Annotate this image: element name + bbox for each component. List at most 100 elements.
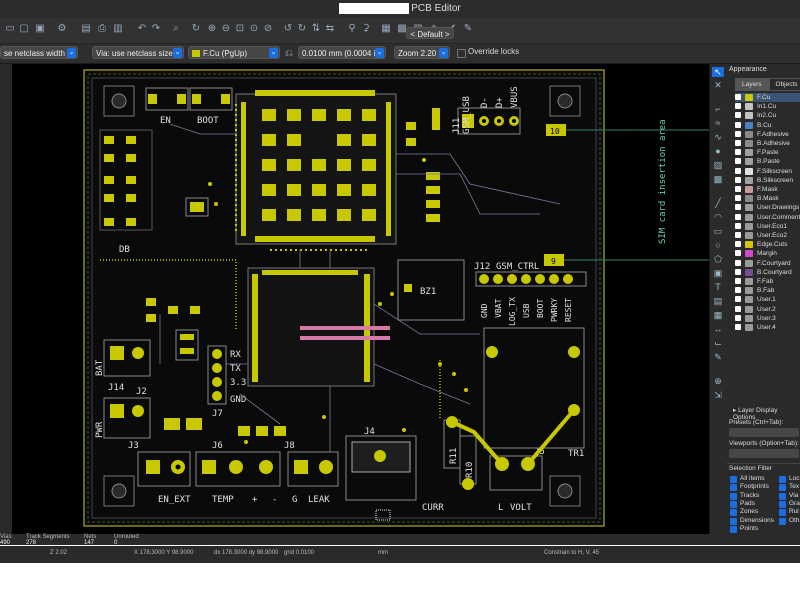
visibility-checkbox[interactable] [735,94,741,100]
layer-color-swatch[interactable] [745,259,753,267]
visibility-checkbox[interactable] [735,222,741,229]
mcu-module[interactable] [235,90,397,251]
tab-objects[interactable]: Objects [768,78,800,91]
override-locks-checkbox[interactable] [457,49,466,58]
page-settings-icon[interactable]: ▤ [80,22,92,35]
preset-select[interactable]: < Default > [406,27,454,39]
select-tool-icon[interactable]: ↖ [712,67,724,77]
refresh-icon[interactable]: ↻ [190,22,202,35]
layer-row[interactable]: In2.Cu [735,111,800,120]
lock-icon[interactable]: ⚲ [346,22,358,35]
filter-checkbox[interactable] [779,476,786,483]
add-via-icon[interactable]: ● [712,146,724,156]
draw-polygon-icon[interactable]: ⬠ [712,254,724,264]
new-board-icon[interactable]: ▭ [4,22,16,35]
zoom-fit-icon[interactable]: ⊡ [234,22,246,35]
visibility-checkbox[interactable] [735,213,741,220]
visibility-checkbox[interactable] [735,268,741,275]
redo-icon[interactable]: ↷ [150,22,162,35]
pcb-board-view[interactable]: EN BOOT DB J11 GSM_USB D- D+ VBUS 10 SIM… [0,64,709,534]
visibility-checkbox[interactable] [735,103,741,110]
layer-color-swatch[interactable] [745,250,753,258]
layer-row[interactable]: B.Cu [735,121,800,130]
layer-row[interactable]: F.Mask [735,185,800,194]
scripting-icon[interactable]: ✎ [462,22,474,35]
tune-length-icon[interactable]: ∿ [712,132,724,142]
layer-row[interactable]: User.1 [735,295,800,304]
layer-row[interactable]: User.3 [735,314,800,323]
layer-row[interactable]: User.Eco1 [735,222,800,231]
layer-row[interactable]: F.Fab [735,277,800,286]
flip-icon[interactable]: ⇅ [310,22,322,35]
search-icon[interactable]: ⌕ [170,22,182,35]
layer-select[interactable]: F.Cu (PgUp) ⌄ [188,46,280,59]
zoom-out-icon[interactable]: ⊖ [220,22,232,35]
layer-row[interactable]: User.4 [735,323,800,332]
rule-area-icon[interactable]: ▩ [712,174,724,184]
layer-color-swatch[interactable] [745,241,753,249]
visibility-checkbox[interactable] [735,241,741,248]
add-zone-icon[interactable]: ▨ [712,160,724,170]
layer-color-swatch[interactable] [745,130,753,138]
pcb-canvas[interactable]: EN BOOT DB J11 GSM_USB D- D+ VBUS 10 SIM… [0,64,709,534]
visibility-checkbox[interactable] [735,259,741,266]
layer-color-swatch[interactable] [745,176,753,184]
local-ratsnest-icon[interactable]: ✕ [712,80,724,90]
visibility-checkbox[interactable] [735,186,741,192]
visibility-checkbox[interactable] [735,176,741,183]
layer-color-swatch[interactable] [745,158,753,166]
layer-row[interactable]: B.Paste [735,157,800,166]
visibility-checkbox[interactable] [735,278,741,284]
layer-row[interactable]: User.Eco2 [735,231,800,240]
add-text-icon[interactable]: T [712,282,724,292]
print-icon[interactable]: ⎙ [96,22,108,35]
zoom-in-icon[interactable]: ⊕ [206,22,218,35]
layer-row[interactable]: B.Fab [735,286,800,295]
filter-checkbox[interactable] [730,525,737,533]
layer-row[interactable]: F.Paste [735,148,800,157]
layer-color-swatch[interactable] [745,149,753,157]
filter-checkbox[interactable] [730,500,737,508]
layer-color-swatch[interactable] [745,195,753,203]
route-diff-pair-icon[interactable]: ≈ [712,118,724,128]
layer-row[interactable]: F.Cu [735,93,800,102]
layer-color-swatch[interactable] [745,324,753,331]
layer-pair-icon[interactable]: ⎌ [283,47,295,60]
board-setup-icon[interactable]: ⚙ [56,22,68,35]
filter-checkbox[interactable] [779,484,786,492]
track-width-select[interactable]: se netclass width ⌄ [0,46,78,59]
layer-row[interactable]: Margin [735,249,800,258]
rotate-cw-icon[interactable]: ↻ [296,22,308,35]
filter-checkbox[interactable] [730,492,737,500]
visibility-checkbox[interactable] [735,287,741,294]
grid-select[interactable]: 0.0100 mm (0.0004 in) ⌄ [298,46,386,59]
draw-arc-icon[interactable]: ◠ [712,212,724,222]
layer-row[interactable]: User.Drawings [735,203,800,212]
layer-color-swatch[interactable] [745,268,753,276]
viewports-select[interactable] [729,449,799,458]
filter-checkbox[interactable] [730,509,737,517]
layer-row[interactable]: F.Courtyard [735,259,800,268]
zoom-objects-icon[interactable]: ⊙ [248,22,260,35]
filter-checkbox[interactable] [779,509,786,517]
visibility-checkbox[interactable] [735,232,741,238]
filter-checkbox[interactable] [779,492,786,500]
layer-color-swatch[interactable] [745,314,753,322]
layer-color-swatch[interactable] [745,213,753,221]
measure-icon[interactable]: ⇲ [712,390,724,400]
add-image-icon[interactable]: ▣ [712,268,724,278]
filter-checkbox[interactable] [779,500,786,508]
layer-row[interactable]: F.Adhesive [735,130,800,139]
visibility-checkbox[interactable] [735,149,741,156]
rotate-ccw-icon[interactable]: ↺ [282,22,294,35]
visibility-checkbox[interactable] [735,121,741,128]
draw-rect-icon[interactable]: ▭ [712,226,724,236]
layer-row[interactable]: B.Adhesive [735,139,800,148]
draw-line-icon[interactable]: ╱ [712,198,724,208]
layer-color-swatch[interactable] [745,94,753,101]
layer-row[interactable]: In1.Cu [735,102,800,111]
layer-color-swatch[interactable] [745,222,753,230]
unlock-icon[interactable]: ⚳ [360,22,372,35]
open-icon[interactable]: ▢ [18,22,30,35]
layer-row[interactable]: User.2 [735,305,800,314]
